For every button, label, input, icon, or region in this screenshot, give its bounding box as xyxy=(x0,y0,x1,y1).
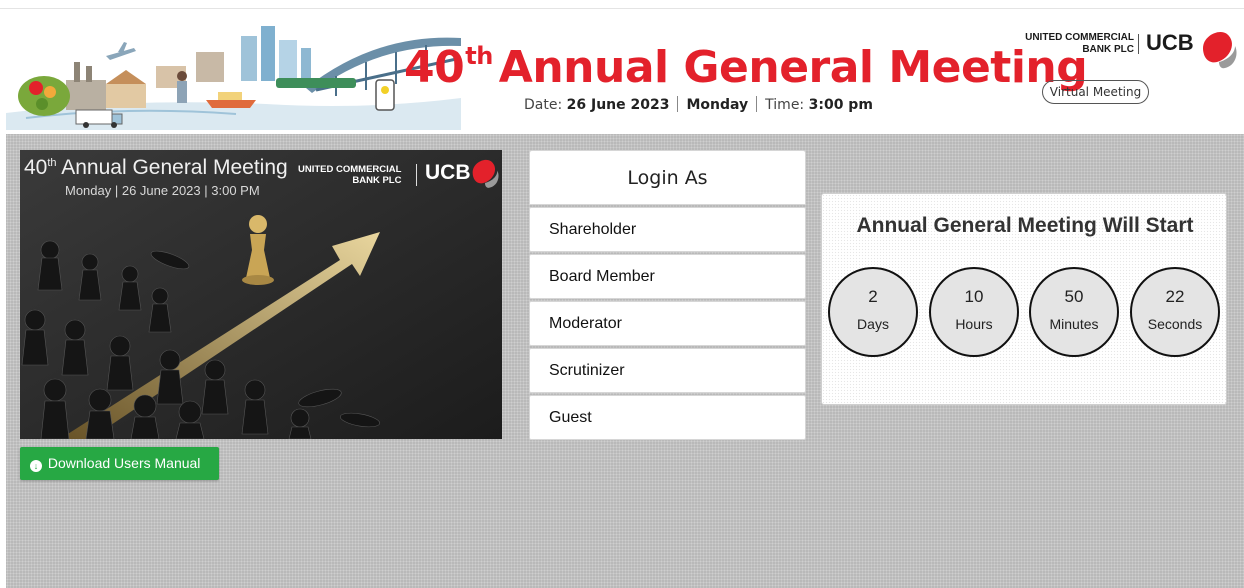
poster-ucb-drop-icon xyxy=(472,159,499,188)
agm-poster-image: 40th Annual General Meeting Monday | 26 … xyxy=(20,150,502,439)
poster-ucb-wordmark: UCB xyxy=(425,161,471,184)
meeting-title: 40th Annual General Meeting xyxy=(404,42,1088,93)
seconds-label: Seconds xyxy=(1147,316,1203,332)
bank-name: UNITED COMMERCIAL BANK PLC xyxy=(1025,32,1134,55)
days-label: Days xyxy=(857,316,889,332)
top-bar xyxy=(0,0,1244,9)
download-circle-icon: ↓ xyxy=(30,460,42,472)
main-content: 40th Annual General Meeting Monday | 26 … xyxy=(6,134,1244,588)
login-option-shareholder[interactable]: Shareholder xyxy=(529,207,806,252)
poster-bank-name: UNITED COMMERCIAL BANK PLC xyxy=(298,164,402,186)
poster-subtitle: Monday | 26 June 2023 | 3:00 PM xyxy=(65,183,260,198)
countdown-title: Annual General Meeting Will Start xyxy=(856,214,1194,237)
days-value: 2 xyxy=(868,287,878,306)
countdown-minutes: 50 Minutes xyxy=(1029,267,1119,357)
countdown-panel: Annual General Meeting Will Start 2 Days… xyxy=(821,193,1227,405)
download-users-manual-button[interactable]: ↓ Download Users Manual xyxy=(20,447,219,480)
login-option-board-member[interactable]: Board Member xyxy=(529,254,806,299)
virtual-meeting-badge: Virtual Meeting xyxy=(1042,80,1149,104)
ucb-drop-icon xyxy=(1203,31,1237,69)
city-illustration-banner xyxy=(6,18,461,130)
login-heading: Login As xyxy=(529,150,806,205)
login-option-moderator[interactable]: Moderator xyxy=(529,301,806,346)
hours-label: Hours xyxy=(955,316,993,332)
ucb-wordmark: UCB xyxy=(1146,30,1194,55)
seconds-value: 22 xyxy=(1165,287,1185,306)
minutes-value: 50 xyxy=(1064,287,1084,306)
countdown-seconds: 22 Seconds xyxy=(1130,267,1220,357)
login-option-scrutinizer[interactable]: Scrutinizer xyxy=(529,348,806,393)
login-panel: Login As Shareholder Board Member Modera… xyxy=(529,150,806,442)
countdown-days: 2 Days xyxy=(828,267,918,357)
page-header: 40th Annual General Meeting Date: 26 June… xyxy=(0,10,1244,134)
meeting-date-time: Date: 26 June 2023 Monday Time: 3:00 pm xyxy=(524,96,873,113)
minutes-label: Minutes xyxy=(1049,316,1099,332)
poster-title: 40th Annual General Meeting xyxy=(24,156,288,179)
hours-value: 10 xyxy=(964,287,984,306)
countdown-hours: 10 Hours xyxy=(929,267,1019,357)
download-button-label: Download Users Manual xyxy=(47,455,201,471)
login-option-guest[interactable]: Guest xyxy=(529,395,806,440)
ucb-logo: UNITED COMMERCIAL BANK PLC UCB xyxy=(1025,28,1242,74)
